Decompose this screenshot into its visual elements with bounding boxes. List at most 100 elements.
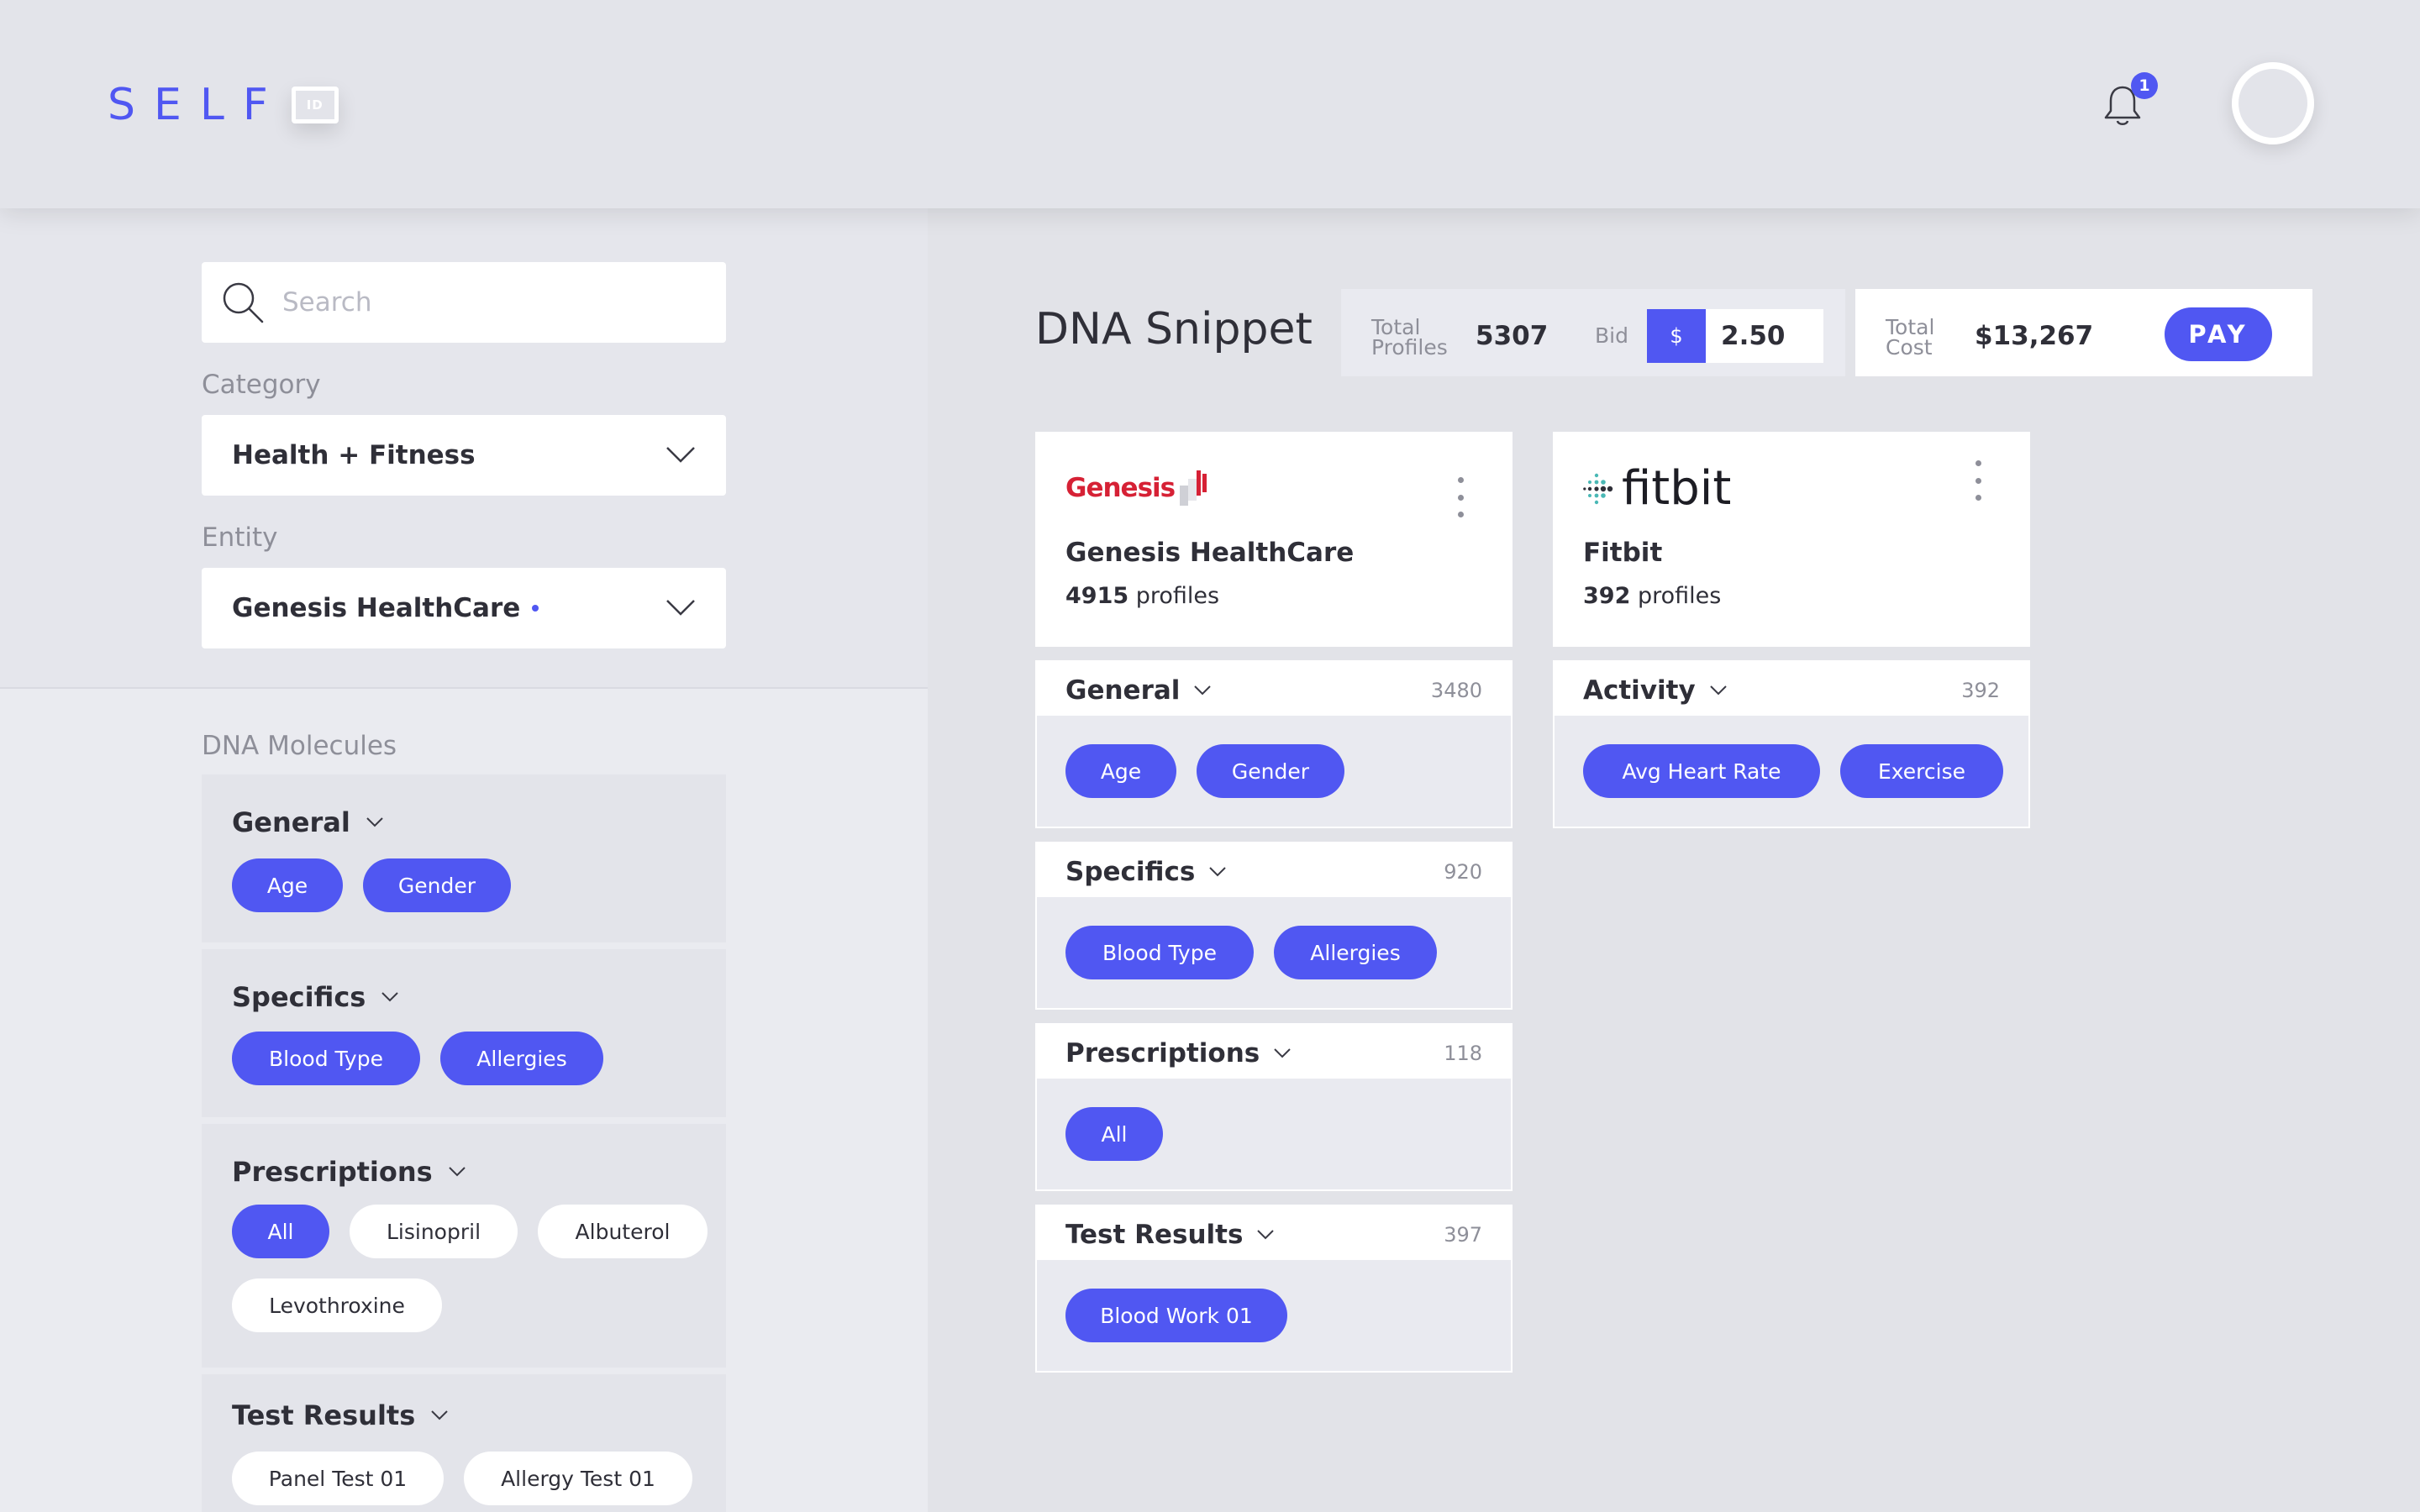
entity-card-fitbit[interactable]: fitbit Fitbit 392 profiles [1553,432,2030,647]
more-options-icon[interactable] [1450,477,1470,517]
chip-gender[interactable]: Gender [363,858,511,912]
chevron-down-icon [1274,1048,1291,1058]
molecule-group-general: General Age Gender [202,774,726,942]
section-title-text: General [1065,675,1181,706]
chevron-down-icon [366,817,383,827]
chip-blood-work-01[interactable]: Blood Work 01 [1065,1289,1287,1342]
entity-section-specifics: Specifics 920 Blood Type Allergies [1035,842,1512,1010]
molecule-group-title: General [232,806,350,838]
avatar[interactable] [2232,62,2314,144]
bid-label: Bid [1595,323,1628,348]
chip-allergies[interactable]: Allergies [440,1032,603,1085]
brand-name: SELF [108,80,287,130]
genesis-logo-text: Genesis [1065,473,1176,503]
chip-all[interactable]: All [1065,1107,1163,1161]
entity-profiles: 4915 profiles [1065,583,1219,609]
entity-section-test-results: Test Results 397 Blood Work 01 [1035,1205,1512,1373]
more-options-icon[interactable] [1968,460,1988,501]
search-box[interactable] [202,262,726,343]
chevron-down-icon [381,992,399,1002]
chevron-down-icon [431,1410,448,1420]
section-title-text: Activity [1583,675,1696,706]
dna-molecules-label: DNA Molecules [202,731,397,761]
section-header[interactable]: Specifics 920 [1037,843,1511,897]
chip-exercise[interactable]: Exercise [1840,744,2003,798]
search-input[interactable] [282,287,719,318]
section-count: 920 [1444,860,1482,884]
chip-age[interactable]: Age [1065,744,1176,798]
section-title: General [1065,675,1212,706]
category-label: Category [202,370,321,400]
section-title-text: Prescriptions [1065,1038,1260,1068]
total-cost-label: Total Cost [1886,317,1934,360]
section-header[interactable]: General 3480 [1037,662,1511,716]
entity-section-general: General 3480 Age Gender [1035,660,1512,828]
entity-section-activity: Activity 392 Avg Heart Rate Exercise [1553,660,2030,828]
page-title: DNA Snippet [1035,304,1313,354]
molecule-group-test-results: Test Results Panel Test 01 Allergy Test … [202,1374,726,1512]
entity-name: Genesis HealthCare [1065,538,1355,568]
section-count: 397 [1444,1223,1482,1247]
brand-id-badge: ID [291,87,339,123]
chevron-down-icon [448,1167,466,1177]
section-header[interactable]: Activity 392 [1555,662,2028,716]
chip-all[interactable]: All [232,1205,329,1258]
section-title: Prescriptions [1065,1038,1292,1068]
molecule-group-specifics: Specifics Blood Type Allergies [202,949,726,1117]
total-cost-value: $13,267 [1975,321,2094,351]
total-profiles-value: 5307 [1476,321,1549,351]
chevron-down-icon [666,600,695,616]
entity-section-prescriptions: Prescriptions 118 All [1035,1023,1512,1191]
section-header[interactable]: Test Results 397 [1037,1206,1511,1260]
section-title-text: Specifics [1065,857,1196,887]
section-title-text: Test Results [1065,1220,1244,1250]
chevron-down-icon [666,447,695,463]
chip-gender[interactable]: Gender [1197,744,1344,798]
entity-profiles: 392 profiles [1583,583,1721,609]
chip-allergies[interactable]: Allergies [1274,926,1437,979]
section-count: 118 [1444,1042,1482,1065]
chevron-down-icon [1209,867,1227,877]
fitbit-logo: fitbit [1583,465,1731,512]
category-select[interactable]: Health + Fitness [202,415,726,496]
fitbit-dots-icon [1583,473,1613,505]
chip-albuterol[interactable]: Albuterol [538,1205,708,1258]
entity-name: Fitbit [1583,538,1663,568]
chip-blood-type[interactable]: Blood Type [1065,926,1254,979]
chip-allergy-test-01[interactable]: Allergy Test 01 [464,1452,692,1505]
chip-levothroxine[interactable]: Levothroxine [232,1278,442,1332]
entity-card-genesis[interactable]: Genesis Genesis HealthCare 4915 profiles [1035,432,1512,647]
molecule-group-prescriptions: Prescriptions All Lisinopril Albuterol L… [202,1124,726,1368]
category-value: Health + Fitness [232,440,476,470]
chip-lisinopril[interactable]: Lisinopril [350,1205,518,1258]
entity-profiles-count: 4915 [1065,583,1129,609]
molecule-group-header[interactable]: Prescriptions [232,1156,466,1188]
section-count: 3480 [1430,679,1482,702]
chip-age[interactable]: Age [232,858,343,912]
chip-avg-heart-rate[interactable]: Avg Heart Rate [1583,744,1820,798]
genesis-mark-icon [1180,470,1207,506]
entity-indicator-dot [532,605,539,612]
entity-profiles-label: profiles [1135,583,1220,609]
molecule-group-header[interactable]: General [232,806,384,838]
pay-button[interactable]: PAY [2165,307,2272,361]
chip-blood-type[interactable]: Blood Type [232,1032,420,1085]
section-title: Specifics [1065,857,1227,887]
total-cost-label-line2: Cost [1886,335,1933,360]
chevron-down-icon [1709,685,1727,696]
molecule-group-title: Prescriptions [232,1156,433,1188]
chip-panel-test-01[interactable]: Panel Test 01 [232,1452,444,1505]
total-profiles-label-line2: Profiles [1371,335,1448,360]
molecule-group-title: Specifics [232,981,366,1013]
section-title: Test Results [1065,1220,1275,1250]
brand-logo[interactable]: SELF ID [108,77,339,133]
bid-input[interactable] [1706,309,1823,363]
molecule-group-header[interactable]: Test Results [232,1399,449,1431]
molecule-group-header[interactable]: Specifics [232,981,399,1013]
section-count: 392 [1961,679,2000,702]
notification-count-badge: 1 [2131,72,2158,99]
entity-select[interactable]: Genesis HealthCare [202,568,726,648]
chevron-down-icon [1257,1230,1275,1240]
section-header[interactable]: Prescriptions 118 [1037,1025,1511,1079]
search-icon [223,282,264,323]
